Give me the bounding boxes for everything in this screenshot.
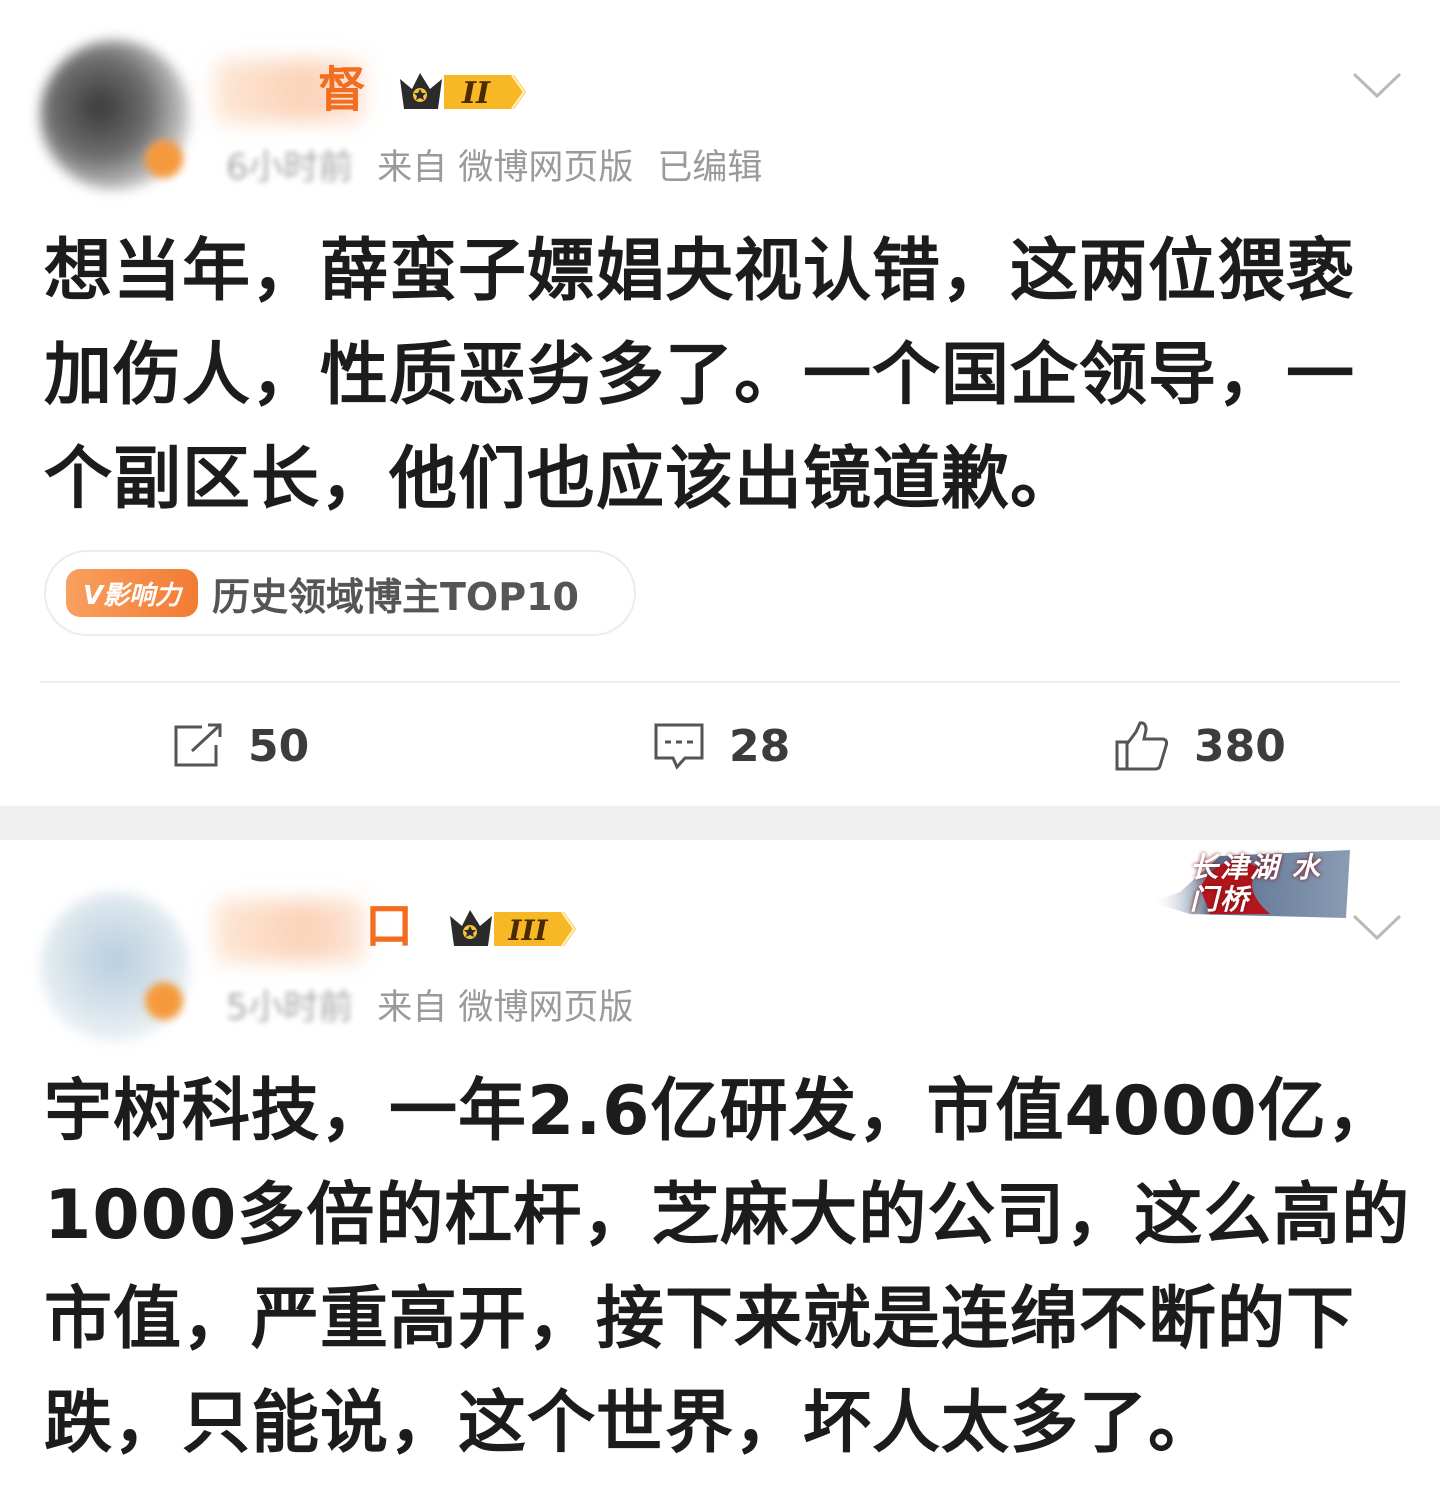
verified-badge-icon (145, 140, 183, 178)
post-time: 5小时前 (226, 988, 354, 1028)
like-button[interactable]: 380 (1114, 716, 1286, 776)
comment-count: 28 (729, 720, 791, 772)
post-meta: 5小时前 来自 微博网页版 (226, 986, 657, 1030)
divider (40, 681, 1400, 683)
edited-label: 已编辑 (657, 148, 763, 188)
badge-chip: V影响力 (66, 569, 198, 617)
post-source: 来自 微博网页版 (377, 988, 634, 1028)
comment-button[interactable]: 28 (653, 716, 790, 776)
share-count: 50 (248, 720, 310, 772)
crown-icon: III (450, 910, 576, 947)
badge-text: 历史领域博主TOP10 (212, 574, 579, 619)
comment-icon (654, 723, 704, 770)
weibo-post: 长津湖 水门桥 口 III 5小时前 来自 微博网页版 宇树科技，一年2.6亿研发… (0, 840, 1440, 1493)
chevron-down-icon[interactable] (1352, 912, 1402, 942)
username[interactable]: 督 (318, 62, 366, 118)
post-meta: 6小时前 来自 微博网页版 已编辑 (226, 146, 786, 190)
thumbs-up-icon (1115, 721, 1169, 771)
influence-badge[interactable]: V影响力 历史领域博主TOP10 (44, 550, 636, 636)
verified-badge-icon (145, 982, 183, 1020)
level-label: II (461, 76, 491, 111)
post-separator (0, 806, 1440, 840)
post-time: 6小时前 (226, 148, 354, 188)
post-text: 想当年，薛蛮子嫖娼央视认错，这两位猥亵加伤人，性质恶劣多了。一个国企领导，一个副… (44, 232, 1356, 519)
level-label: III (507, 914, 548, 947)
chevron-down-icon[interactable] (1352, 70, 1402, 100)
topic-banner-text: 长津湖 水门桥 (1190, 851, 1322, 916)
like-count: 380 (1194, 720, 1286, 772)
post-source: 来自 微博网页版 (377, 148, 634, 188)
share-button[interactable]: 50 (172, 716, 309, 776)
weibo-post: 督 II 6小时前 来自 微博网页版 已编辑 想当年，薛蛮子嫖娼央视认错，这两位猥亵… (0, 0, 1440, 806)
post-text: 宇树科技，一年2.6亿研发，市值4000亿，1000多倍的杠杆，芝麻大的公司，这… (44, 1072, 1411, 1463)
username[interactable]: 口 (365, 898, 413, 954)
share-icon (174, 723, 222, 767)
crown-icon: II (400, 73, 526, 111)
username-blurred (215, 900, 365, 962)
